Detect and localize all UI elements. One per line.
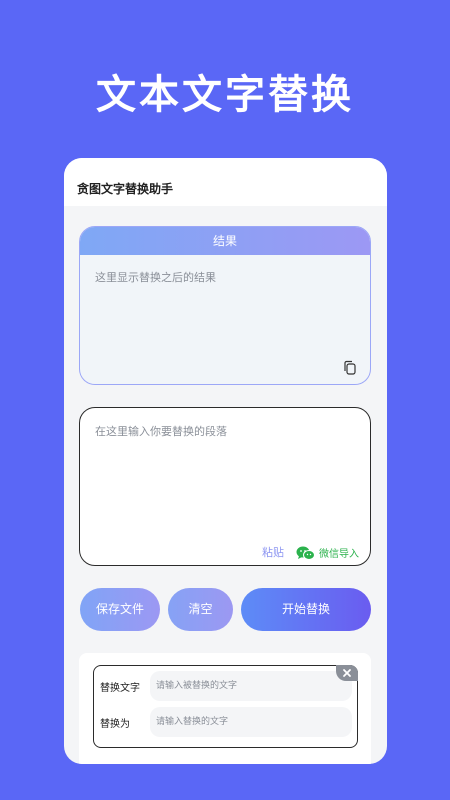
save-file-button[interactable]: 保存文件: [80, 588, 160, 631]
app-title: 贪图文字替换助手: [64, 158, 387, 206]
replace-text-input[interactable]: [150, 707, 352, 737]
source-text-input[interactable]: 在这里输入你要替换的段落: [80, 408, 370, 454]
find-text-input[interactable]: [150, 671, 352, 701]
wechat-icon: [296, 546, 315, 560]
replace-row: 替换为: [100, 707, 352, 737]
find-row: 替换文字: [100, 671, 352, 701]
phone-screen: 贪图文字替换助手 结果 这里显示替换之后的结果 在这里输入你要替换的段落 粘贴 …: [64, 158, 387, 764]
replace-rule-card: 替换文字 替换为: [93, 665, 358, 748]
wechat-import-button[interactable]: 微信导入: [296, 545, 359, 560]
paste-button[interactable]: 粘贴: [262, 544, 284, 560]
close-icon: [343, 669, 351, 677]
copy-icon[interactable]: [342, 360, 358, 376]
replace-rules-panel: 替换文字 替换为: [79, 653, 371, 764]
clear-button[interactable]: 清空: [168, 588, 233, 631]
promo-title: 文本文字替换: [96, 72, 354, 118]
result-header: 结果: [80, 227, 370, 255]
wechat-import-label: 微信导入: [319, 549, 359, 560]
replace-label: 替换为: [100, 718, 130, 730]
result-panel: 结果 这里显示替换之后的结果: [79, 226, 371, 385]
remove-rule-button[interactable]: [336, 665, 358, 681]
result-text: 这里显示替换之后的结果: [95, 271, 216, 284]
start-replace-button[interactable]: 开始替换: [241, 588, 371, 631]
input-panel[interactable]: 在这里输入你要替换的段落 粘贴 微信导入: [79, 407, 371, 566]
find-label: 替换文字: [100, 682, 140, 694]
